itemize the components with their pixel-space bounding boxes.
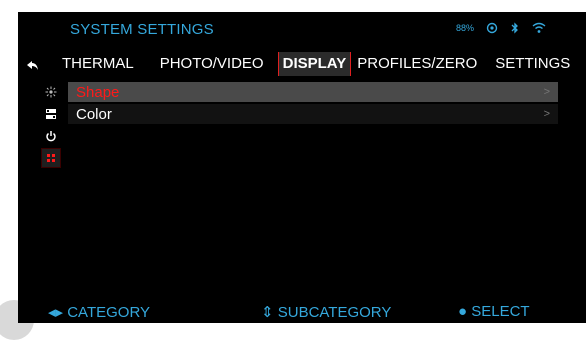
list-item-shape[interactable]: Shape > [68, 82, 558, 102]
list-toggle-icon[interactable] [41, 104, 61, 124]
bluetooth-icon [510, 22, 520, 34]
control-hints: ◂▸ CATEGORY ⇕ SUBCATEGORY ● SELECT [18, 303, 586, 323]
tab-thermal[interactable]: THERMAL [62, 52, 134, 76]
hint-category: ◂▸ CATEGORY [48, 304, 151, 321]
hint-subcategory: ⇕ SUBCATEGORY [261, 304, 392, 321]
grid-dots-icon[interactable] [41, 148, 61, 168]
page-title: SYSTEM SETTINGS [70, 21, 214, 38]
tab-profiles-zero[interactable]: PROFILES/ZERO [357, 52, 477, 76]
chevron-right-icon: > [543, 108, 550, 120]
hint-select: ● SELECT [458, 303, 530, 320]
target-icon [486, 22, 498, 34]
list-item-color[interactable]: Color > [68, 104, 558, 124]
list-item-label: Color [76, 105, 112, 123]
wifi-icon [532, 22, 546, 34]
chevron-right-icon: > [543, 86, 550, 98]
power-icon[interactable] [41, 126, 61, 146]
back-arrow-icon[interactable] [26, 58, 40, 72]
device-screen: SYSTEM SETTINGS 88% THERMAL PHOTO/VIDEO … [18, 12, 586, 323]
display-options-list: Shape > Color > [68, 82, 558, 126]
tab-settings[interactable]: SETTINGS [495, 52, 570, 76]
subcategory-icons [41, 82, 61, 170]
tab-display[interactable]: DISPLAY [277, 52, 352, 76]
reticle-sun-icon[interactable] [41, 82, 61, 102]
status-bar: 88% [456, 22, 546, 34]
battery-level: 88% [455, 23, 474, 33]
tab-photo-video[interactable]: PHOTO/VIDEO [160, 52, 264, 76]
category-tabs: THERMAL PHOTO/VIDEO DISPLAY PROFILES/ZER… [62, 52, 582, 76]
list-item-label: Shape [76, 83, 120, 101]
